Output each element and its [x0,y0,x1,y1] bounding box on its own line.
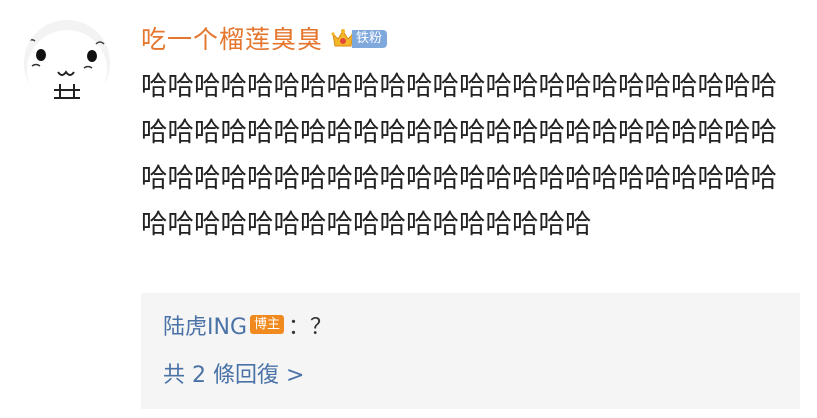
comment-text: 哈哈哈哈哈哈哈哈哈哈哈哈哈哈哈哈哈哈哈哈哈哈哈哈哈哈哈哈哈哈哈哈哈哈哈哈哈哈哈哈… [141,71,777,240]
reply-content: ：？ [288,315,333,340]
fan-badge-label: 铁粉 [352,30,388,48]
avatar-face-icon [24,20,110,106]
reply-box[interactable]: 陆虎ING 博主 ：？ 共 2 條回復 > [141,293,800,409]
username-link[interactable]: 吃一个榴莲臭臭 [141,20,323,56]
reply-author-link[interactable]: 陆虎ING [163,309,247,341]
more-replies-link[interactable]: 共 2 條回復 > [163,355,304,391]
avatar[interactable] [24,20,110,106]
comment-header: 吃一个榴莲臭臭 铁粉 [141,18,388,58]
fan-badge[interactable]: 铁粉 [331,28,388,50]
reply-line: 陆虎ING 博主 ：？ [163,307,332,343]
host-badge: 博主 [250,314,285,334]
